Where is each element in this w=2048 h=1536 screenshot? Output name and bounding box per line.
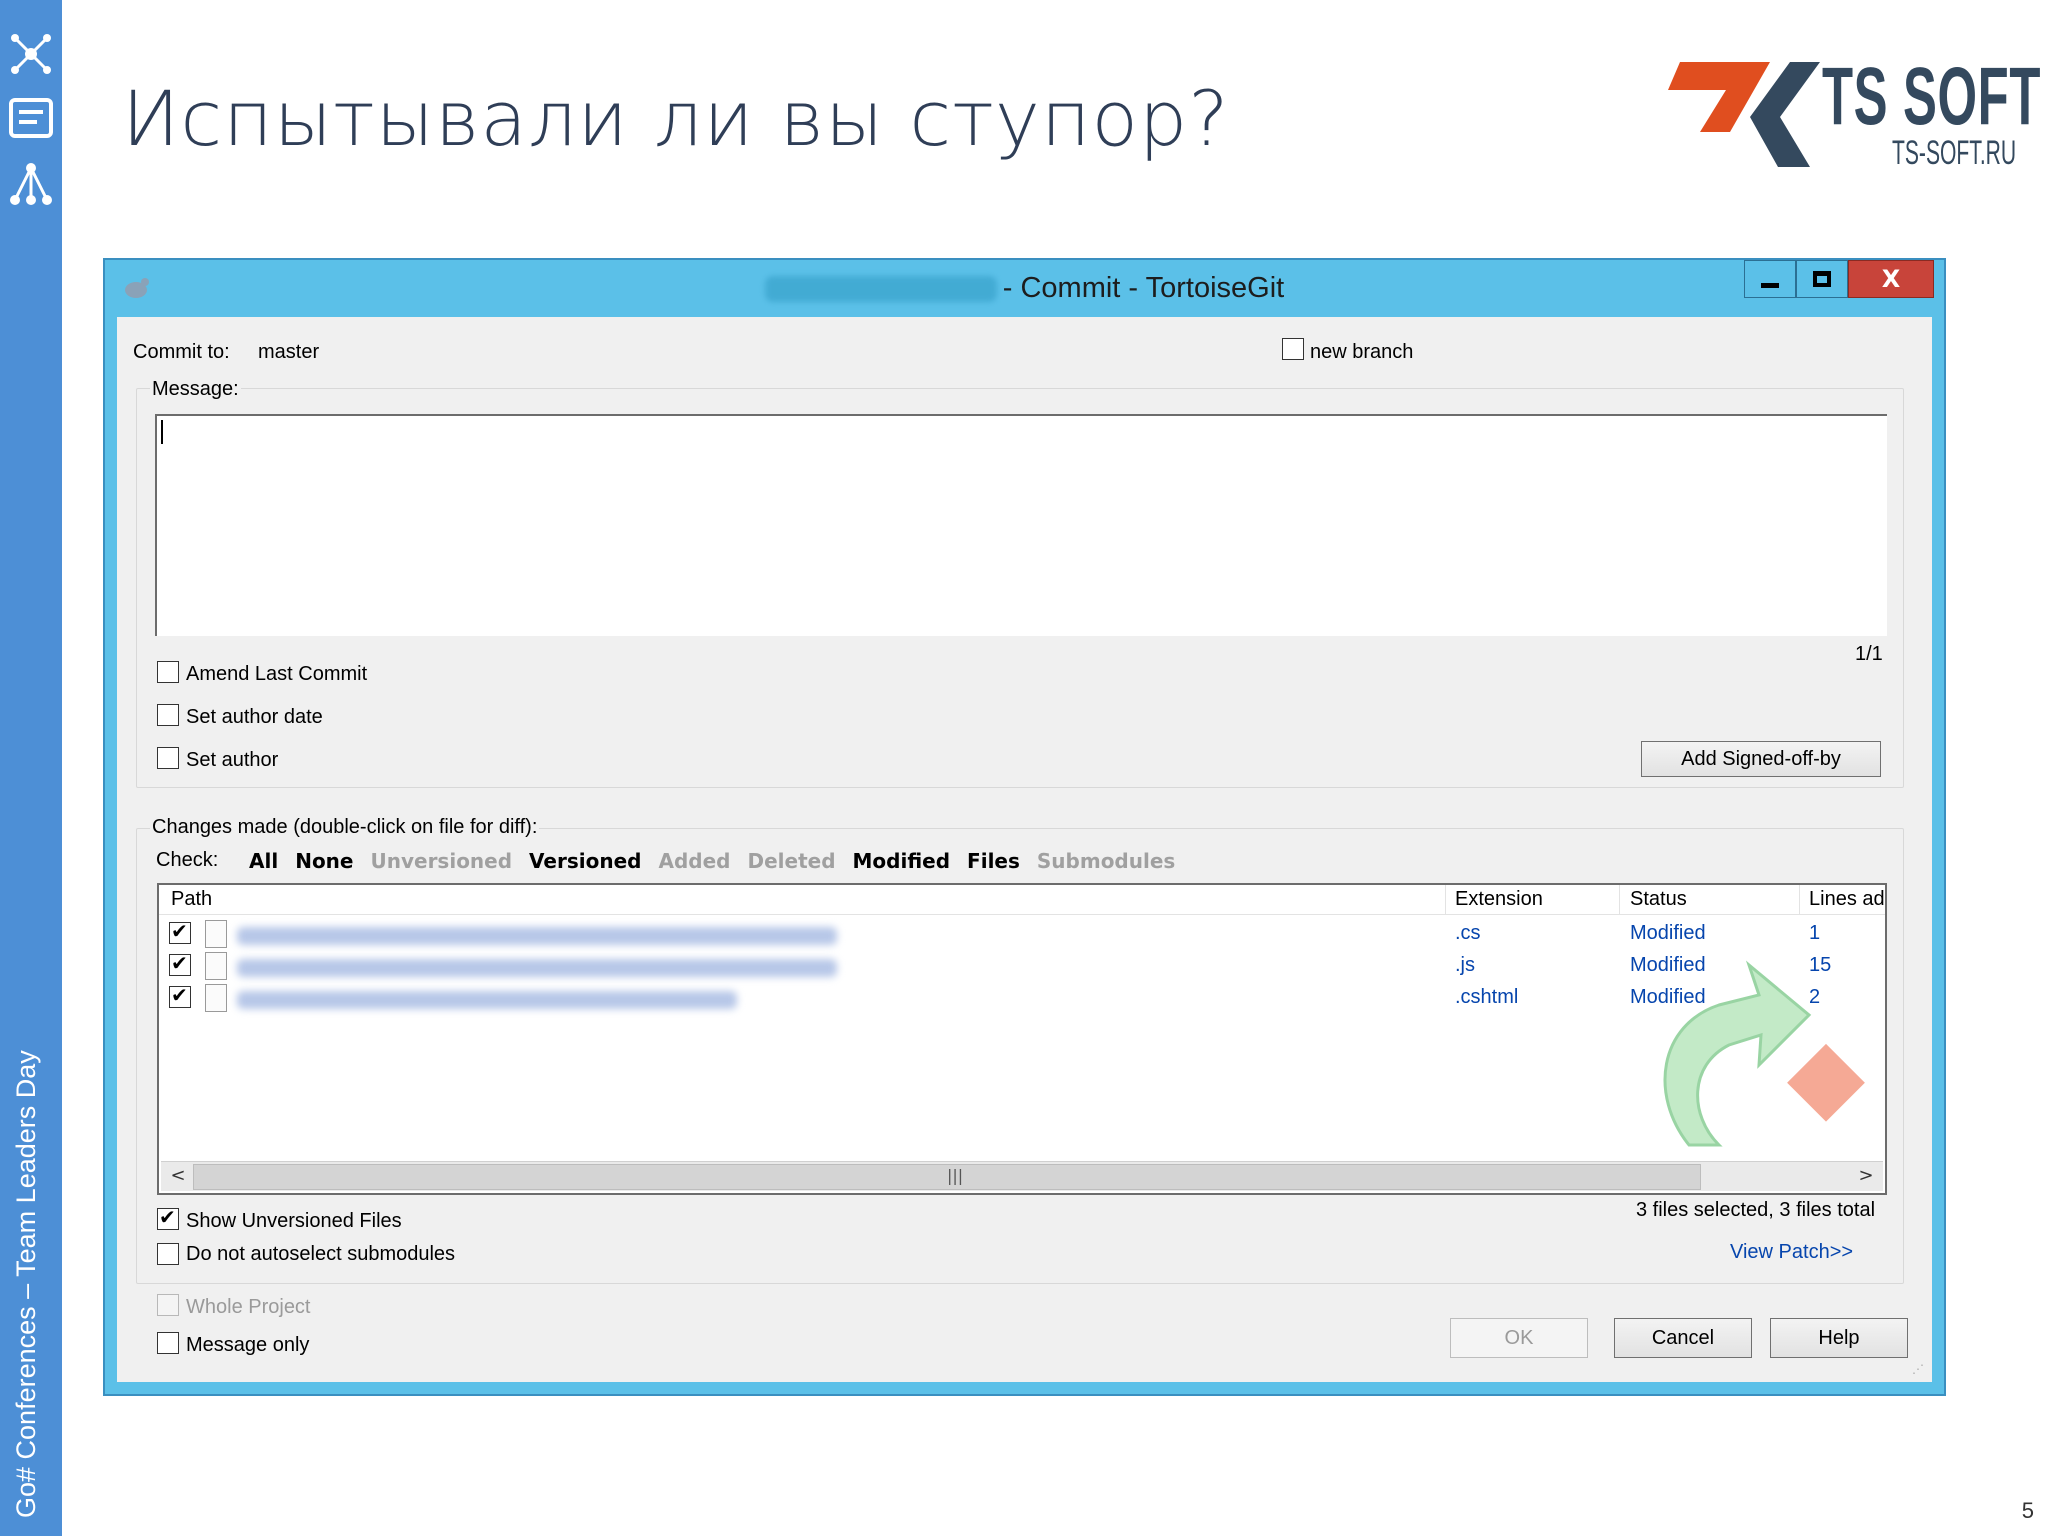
amend-label: Amend Last Commit — [186, 663, 368, 685]
filter-files[interactable]: Files — [967, 849, 1020, 873]
window-title: - Commit - TortoiseGit — [105, 272, 1944, 305]
filter-unversioned[interactable]: Unversioned — [370, 849, 512, 873]
message-only-label: Message only — [186, 1334, 310, 1356]
filter-versioned[interactable]: Versioned — [529, 849, 641, 873]
file-checkbox[interactable] — [169, 951, 191, 976]
table-row[interactable]: .cs Modified 1 — [159, 919, 1885, 951]
window-controls: X — [1744, 260, 1934, 300]
minimize-icon — [1761, 282, 1779, 288]
no-autoselect-label: Do not autoselect submodules — [186, 1243, 456, 1265]
logo-text: TS SOFT — [1822, 51, 2041, 142]
file-list[interactable]: Path Extension Status Lines ad .cs Modif… — [157, 883, 1887, 1195]
whole-project-label: Whole Project — [186, 1296, 311, 1318]
filter-none[interactable]: None — [295, 849, 353, 873]
blurred-file-path — [237, 991, 737, 1009]
logo-mark-icon — [1668, 62, 1820, 167]
changes-header: Changes made (double-click on file for d… — [150, 816, 540, 839]
add-signed-off-by-button[interactable]: Add Signed-off-by — [1641, 741, 1881, 777]
title-bar[interactable]: - Commit - TortoiseGit X — [105, 260, 1944, 317]
set-author-checkbox[interactable] — [157, 747, 179, 769]
filter-submodules[interactable]: Submodules — [1037, 849, 1175, 873]
page-number: 5 — [2021, 1498, 2034, 1523]
column-separator[interactable] — [1619, 885, 1620, 915]
table-row[interactable]: .js Modified 15 — [159, 951, 1885, 983]
whole-project-checkbox[interactable] — [157, 1294, 179, 1316]
filter-added[interactable]: Added — [658, 849, 730, 873]
side-strip: Go# Conferences – Team Leaders Day — [0, 0, 62, 1536]
list-header: Path Extension Status Lines ad — [159, 885, 1885, 915]
check-filters: All None Unversioned Versioned Added Del… — [249, 849, 1175, 873]
set-author-label: Set author — [186, 749, 279, 771]
column-path[interactable]: Path — [171, 888, 212, 911]
filter-modified[interactable]: Modified — [853, 849, 951, 873]
column-separator[interactable] — [1445, 885, 1446, 915]
show-unversioned-checkbox[interactable] — [157, 1205, 179, 1230]
text-caret — [161, 420, 163, 444]
view-patch-link[interactable]: View Patch>> — [1730, 1241, 1853, 1264]
scroll-left-icon[interactable]: < — [163, 1165, 193, 1189]
close-icon: X — [1881, 265, 1901, 293]
hierarchy-icon — [10, 163, 52, 205]
ok-button[interactable]: OK — [1450, 1318, 1588, 1358]
no-autoselect-checkbox[interactable] — [157, 1243, 179, 1265]
grip-icon: ||| — [947, 1166, 964, 1185]
check-label: Check: — [156, 849, 219, 871]
file-extension: .js — [1455, 954, 1475, 976]
file-icon — [205, 952, 227, 980]
new-branch-checkbox[interactable] — [1282, 338, 1304, 360]
cancel-button[interactable]: Cancel — [1614, 1318, 1752, 1358]
maximize-button[interactable] — [1796, 260, 1848, 298]
horizontal-scrollbar[interactable]: < ||| > — [161, 1161, 1883, 1191]
file-icon — [205, 920, 227, 948]
scroll-right-icon[interactable]: > — [1851, 1165, 1881, 1189]
file-checkbox[interactable] — [169, 983, 191, 1008]
show-unversioned-label: Show Unversioned Files — [186, 1210, 402, 1232]
amend-checkbox[interactable] — [157, 661, 179, 683]
set-author-date-label: Set author date — [186, 706, 323, 728]
branch-name: master — [258, 341, 320, 363]
network-icon — [11, 34, 51, 74]
tortoisegit-watermark-icon — [1663, 960, 1865, 1147]
blurred-file-path — [237, 959, 837, 977]
ts-soft-logo: TS SOFT TS-SOFT.RU — [1660, 48, 2040, 178]
filter-all[interactable]: All — [249, 849, 278, 873]
slide-title: Испытывали ли вы ступор? — [122, 74, 1230, 163]
commit-to-label: Commit to: — [133, 341, 230, 363]
message-label: Message: — [150, 378, 241, 401]
set-author-date-checkbox[interactable] — [157, 704, 179, 726]
file-extension: .cshtml — [1455, 986, 1519, 1008]
help-button[interactable]: Help — [1770, 1318, 1908, 1358]
message-only-checkbox[interactable] — [157, 1332, 179, 1354]
blurred-repo-name — [764, 276, 997, 303]
new-branch-label: new branch — [1310, 341, 1414, 363]
message-textarea[interactable] — [155, 414, 1887, 636]
blurred-file-path — [237, 927, 837, 945]
slide: Go# Conferences – Team Leaders Day Испыт… — [0, 0, 2048, 1536]
column-lines-added[interactable]: Lines ad — [1809, 888, 1885, 911]
column-extension[interactable]: Extension — [1455, 888, 1543, 911]
maximize-icon — [1813, 271, 1831, 287]
file-icon — [205, 984, 227, 1012]
filter-deleted[interactable]: Deleted — [747, 849, 835, 873]
logo-subtext: TS-SOFT.RU — [1892, 134, 2017, 172]
column-separator[interactable] — [1799, 885, 1800, 915]
scroll-thumb[interactable]: ||| — [193, 1164, 1701, 1190]
table-row[interactable]: .cshtml Modified 2 — [159, 983, 1885, 1015]
files-summary: 3 files selected, 3 files total — [1636, 1199, 1876, 1221]
side-caption: Go# Conferences – Team Leaders Day — [11, 1050, 41, 1518]
file-checkbox[interactable] — [169, 919, 191, 944]
file-extension: .cs — [1455, 922, 1481, 944]
document-list-icon — [9, 98, 53, 138]
line-position: 1/1 — [1855, 643, 1883, 665]
column-status[interactable]: Status — [1630, 888, 1687, 911]
minimize-button[interactable] — [1744, 260, 1796, 298]
close-button[interactable]: X — [1848, 260, 1934, 298]
